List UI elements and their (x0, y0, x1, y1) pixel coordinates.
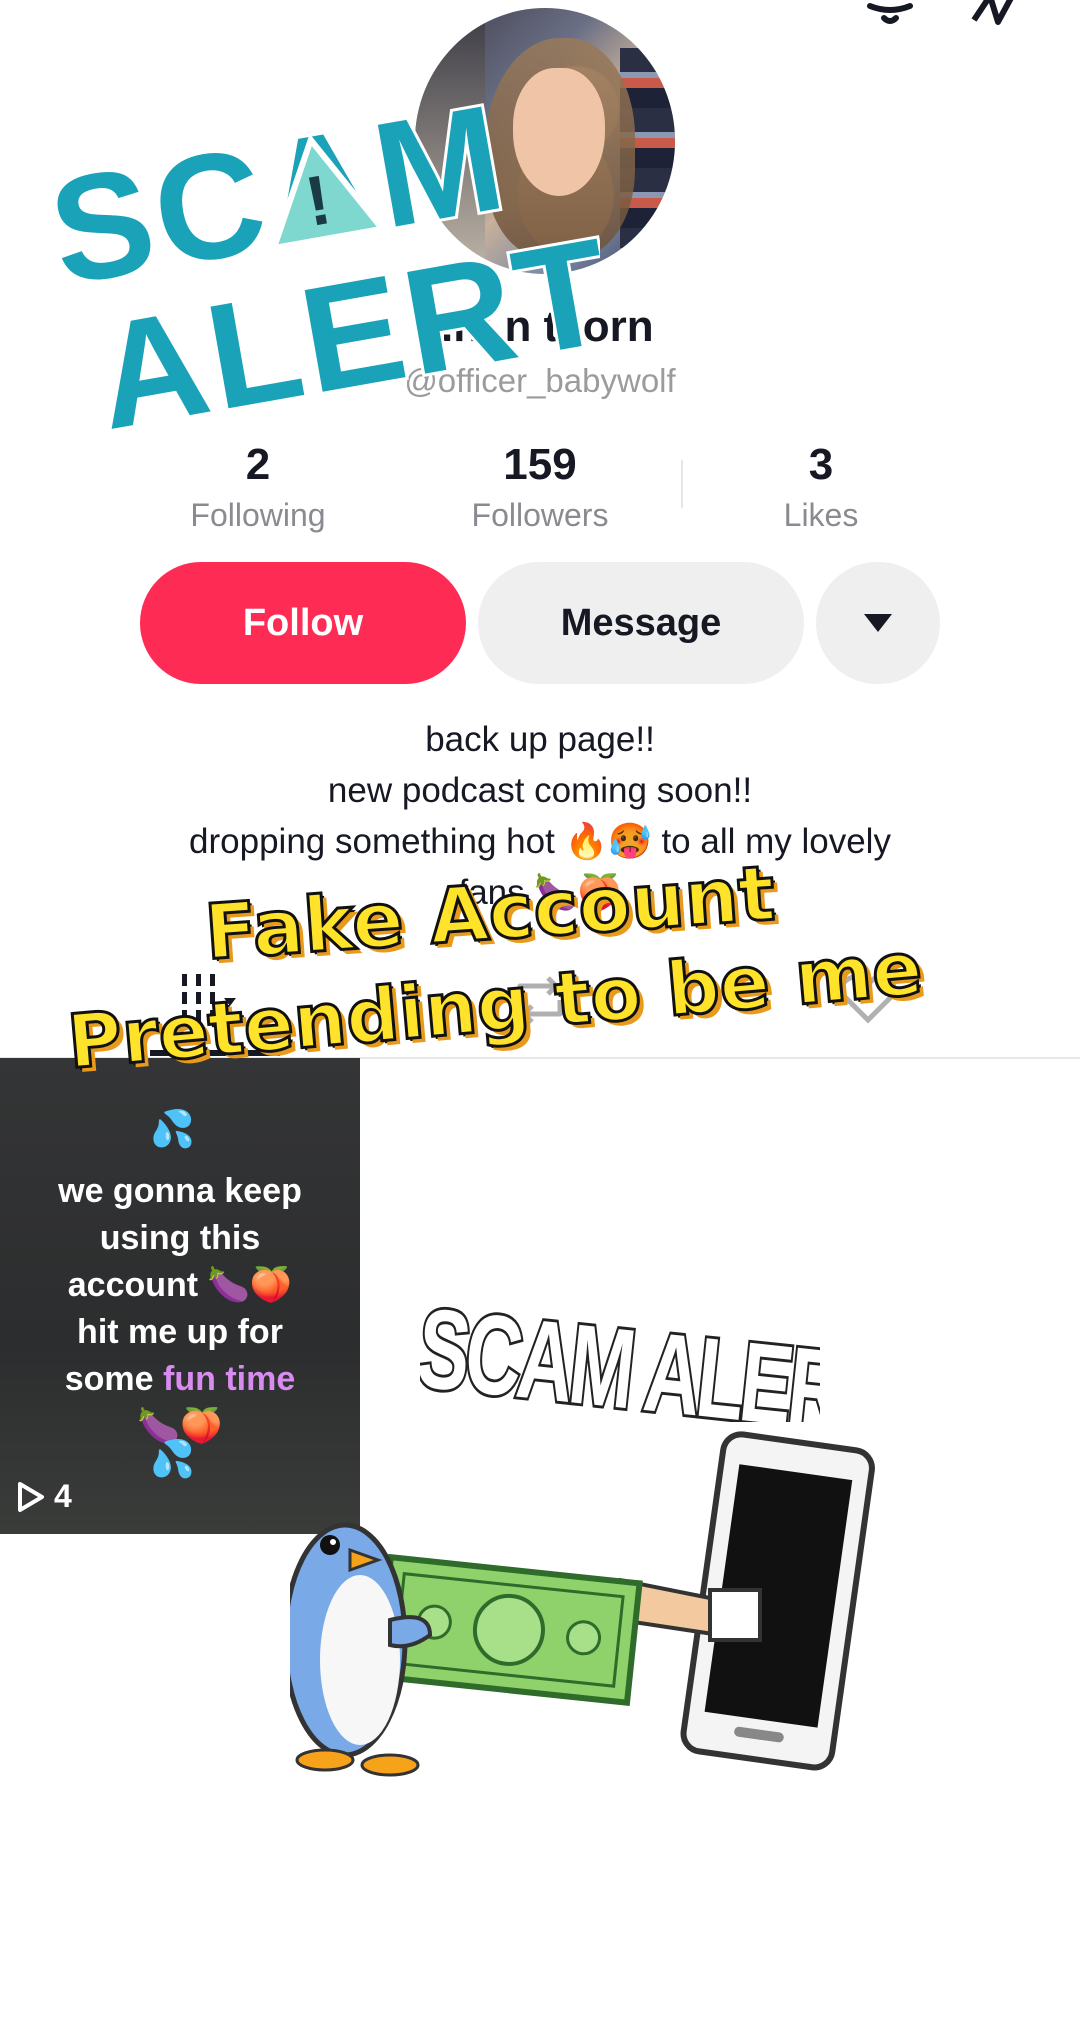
dropdown-arrow-icon (864, 614, 892, 632)
stat-likes-label: Likes (783, 497, 859, 533)
video-caption-line-1: we gonna keep (58, 1172, 302, 1210)
video-caption-line-5: some fun time (0, 1356, 360, 1403)
stat-followers[interactable]: 159 Followers (400, 438, 680, 536)
video-view-count: 4 (16, 1478, 72, 1515)
stat-followers-count: 159 (503, 440, 577, 489)
bio-line-3: dropping something hot 🔥🥵 to all my love… (189, 822, 891, 861)
scam-alert-sticker-text: SCAM ALERT (420, 1284, 820, 1422)
bio-line-1: back up page!! (425, 720, 655, 759)
video-caption-highlight: fun time (163, 1360, 296, 1398)
scam-alert-logo-sticker: SCAM ! ALERT (40, 70, 600, 430)
video-caption: we gonna keep using this account 🍆🍑 hit … (0, 1168, 360, 1450)
back-arrow-icon[interactable] (40, 0, 100, 30)
water-drops-icon: 💦 (150, 1439, 195, 1480)
view-count-value: 4 (54, 1478, 72, 1514)
more-options-button[interactable] (816, 562, 940, 684)
bio-line-2: new podcast coming soon!! (327, 771, 753, 810)
video-caption-line-4: hit me up for (77, 1313, 283, 1351)
stat-likes[interactable]: 3 Likes (681, 438, 961, 536)
message-button[interactable]: Message (478, 562, 804, 684)
video-caption-line-3: account 🍆🍑 (67, 1266, 293, 1304)
video-caption-line-2: using this (99, 1219, 261, 1257)
stat-following[interactable]: 2 Following (118, 438, 398, 536)
play-icon (18, 1481, 44, 1512)
scam-alert-text-sticker: SCAM ALERT (420, 1281, 820, 1422)
water-drops-icon: 💦 (150, 1109, 195, 1150)
stat-likes-count: 3 (808, 440, 834, 489)
stat-followers-label: Followers (471, 497, 609, 533)
bell-icon[interactable] (860, 0, 920, 30)
video-caption-line-5-a: some (64, 1360, 164, 1398)
share-icon[interactable] (968, 0, 1028, 30)
follow-button[interactable]: Follow (140, 562, 466, 684)
stat-following-label: Following (190, 497, 326, 533)
stat-following-count: 2 (245, 440, 271, 489)
penguin-money-phone-illustration (290, 1431, 875, 1777)
